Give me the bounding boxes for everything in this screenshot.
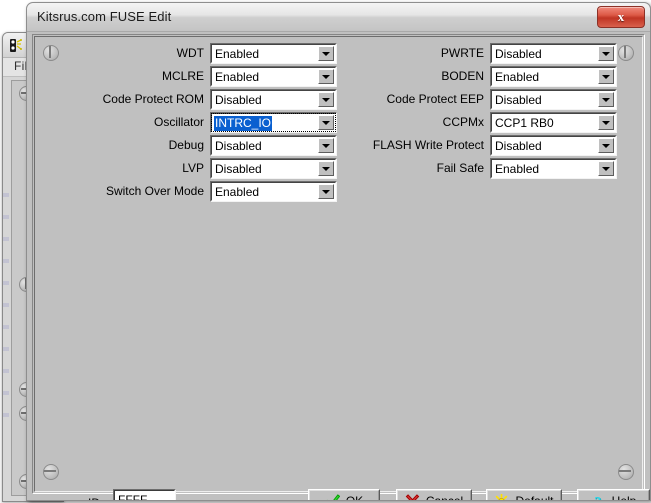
help-button-label: Help bbox=[612, 494, 637, 501]
chevron-down-icon[interactable] bbox=[318, 184, 334, 199]
default-button[interactable]: Default bbox=[486, 489, 562, 501]
cancel-button-label: Cancel bbox=[426, 494, 463, 501]
fuse-field-row: Debug Disabled bbox=[59, 135, 337, 156]
fuse-select-value: Enabled bbox=[215, 47, 315, 62]
fuse-select-value: Disabled bbox=[495, 93, 595, 108]
fuse-field-row: LVP Disabled bbox=[59, 158, 337, 179]
chevron-down-icon[interactable] bbox=[598, 161, 614, 176]
fuse-field-label: Oscillator bbox=[59, 112, 210, 133]
fuse-select-ccpmx[interactable]: CCP1 RB0 bbox=[490, 112, 617, 133]
fuse-field-label: FLASH Write Protect bbox=[339, 135, 490, 156]
dialog-client-area: WDT Enabled MCLRE Enabled Code Protect ROM Di… bbox=[32, 34, 645, 494]
help-button[interactable]: ?? Help bbox=[577, 489, 650, 501]
fuse-select-debug[interactable]: Disabled bbox=[210, 135, 337, 156]
fuse-field-label: PWRTE bbox=[339, 43, 490, 64]
fuse-field-row: WDT Enabled bbox=[59, 43, 337, 64]
fuse-select-code-protect-eep[interactable]: Disabled bbox=[490, 89, 617, 110]
chevron-down-icon[interactable] bbox=[598, 69, 614, 84]
dialog-titlebar[interactable]: Kitsrus.com FUSE Edit x bbox=[27, 3, 650, 32]
fuse-field-row: FLASH Write Protect Disabled bbox=[339, 135, 617, 156]
chevron-down-icon[interactable] bbox=[318, 138, 334, 153]
fuse-field-label: Code Protect EEP bbox=[339, 89, 490, 110]
fuse-select-value: INTRC_IO bbox=[214, 116, 272, 131]
fuse-select-value: Disabled bbox=[215, 162, 315, 177]
chip-icon bbox=[8, 38, 24, 53]
fuse-field-label: Fail Safe bbox=[339, 158, 490, 179]
fuse-field-row: MCLRE Enabled bbox=[59, 66, 337, 87]
fuse-select-fail-safe[interactable]: Enabled bbox=[490, 158, 617, 179]
screw-top-right bbox=[618, 45, 634, 61]
fuse-field-label: BODEN bbox=[339, 66, 490, 87]
fuse-select-value: Disabled bbox=[495, 47, 595, 62]
fuse-select-oscillator[interactable]: INTRC_IO bbox=[210, 112, 337, 133]
ok-button[interactable]: OK bbox=[308, 489, 380, 501]
fuse-field-row: Oscillator INTRC_IO bbox=[59, 112, 337, 133]
screw-bottom-right bbox=[618, 464, 634, 480]
fuse-select-value: Disabled bbox=[215, 93, 315, 108]
question-icon: ?? bbox=[591, 494, 606, 502]
fuse-field-label: CCPMx bbox=[339, 112, 490, 133]
chevron-down-icon[interactable] bbox=[598, 115, 614, 130]
chevron-down-icon[interactable] bbox=[318, 92, 334, 107]
fuse-field-label: Code Protect ROM bbox=[59, 89, 210, 110]
fuse-field-label: LVP bbox=[59, 158, 210, 179]
fuse-field-row: Code Protect EEP Disabled bbox=[339, 89, 617, 110]
screen: Fil Kitsrus.com FUSE Edit x bbox=[0, 0, 651, 503]
default-button-label: Default bbox=[515, 494, 553, 501]
fuse-field-label: WDT bbox=[59, 43, 210, 64]
chevron-down-icon[interactable] bbox=[598, 138, 614, 153]
fuse-select-value: Disabled bbox=[495, 139, 595, 154]
fuse-field-row: Code Protect ROM Disabled bbox=[59, 89, 337, 110]
fuse-select-value: Enabled bbox=[215, 185, 315, 200]
cross-icon bbox=[405, 494, 420, 502]
svg-text:?: ? bbox=[594, 494, 601, 501]
chevron-down-icon[interactable] bbox=[598, 92, 614, 107]
fuse-select-value: Enabled bbox=[495, 70, 595, 85]
fuse-select-flash-write-protect[interactable]: Disabled bbox=[490, 135, 617, 156]
fuse-select-boden[interactable]: Enabled bbox=[490, 66, 617, 87]
fuse-field-row: Fail Safe Enabled bbox=[339, 158, 617, 179]
fuse-field-label: MCLRE bbox=[59, 66, 210, 87]
dialog-title: Kitsrus.com FUSE Edit bbox=[37, 9, 171, 24]
chevron-down-icon[interactable] bbox=[318, 115, 334, 130]
chevron-down-icon[interactable] bbox=[598, 46, 614, 61]
ok-button-label: OK bbox=[346, 494, 363, 501]
dialog-client-inner: WDT Enabled MCLRE Enabled Code Protect ROM Di… bbox=[34, 36, 643, 492]
id-label: ID bbox=[88, 496, 100, 501]
fuse-select-value: Enabled bbox=[215, 70, 315, 85]
fuse-select-value: CCP1 RB0 bbox=[495, 116, 595, 131]
fuse-select-switch-over-mode[interactable]: Enabled bbox=[210, 181, 337, 202]
id-input[interactable]: FFFF bbox=[113, 489, 176, 501]
check-icon bbox=[325, 494, 340, 502]
background-window-edge-stripes bbox=[3, 193, 9, 423]
fuse-select-code-protect-rom[interactable]: Disabled bbox=[210, 89, 337, 110]
fuse-select-value: Disabled bbox=[215, 139, 315, 154]
fuse-select-lvp[interactable]: Disabled bbox=[210, 158, 337, 179]
fuse-field-row: CCPMx CCP1 RB0 bbox=[339, 112, 617, 133]
screw-top-left bbox=[43, 45, 59, 61]
fuse-select-value: Enabled bbox=[495, 162, 595, 177]
fuse-field-row: BODEN Enabled bbox=[339, 66, 617, 87]
fuse-field-row: PWRTE Disabled bbox=[339, 43, 617, 64]
cancel-button[interactable]: Cancel bbox=[396, 489, 472, 501]
fuse-field-label: Switch Over Mode bbox=[59, 181, 210, 202]
fuse-field-row: Switch Over Mode Enabled bbox=[59, 181, 337, 202]
fuse-edit-dialog: Kitsrus.com FUSE Edit x WDT Enabled MCLRE E… bbox=[26, 2, 651, 501]
chevron-down-icon[interactable] bbox=[318, 69, 334, 84]
screw-bottom-left bbox=[43, 464, 59, 480]
close-button[interactable]: x bbox=[597, 6, 645, 28]
chevron-down-icon[interactable] bbox=[318, 46, 334, 61]
id-input-value: FFFF bbox=[118, 493, 147, 501]
close-icon: x bbox=[598, 7, 644, 27]
fuse-select-wdt[interactable]: Enabled bbox=[210, 43, 337, 64]
fuse-select-pwrte[interactable]: Disabled bbox=[490, 43, 617, 64]
fuse-field-label: Debug bbox=[59, 135, 210, 156]
fuse-select-mclre[interactable]: Enabled bbox=[210, 66, 337, 87]
chevron-down-icon[interactable] bbox=[318, 161, 334, 176]
sun-icon bbox=[494, 494, 509, 502]
